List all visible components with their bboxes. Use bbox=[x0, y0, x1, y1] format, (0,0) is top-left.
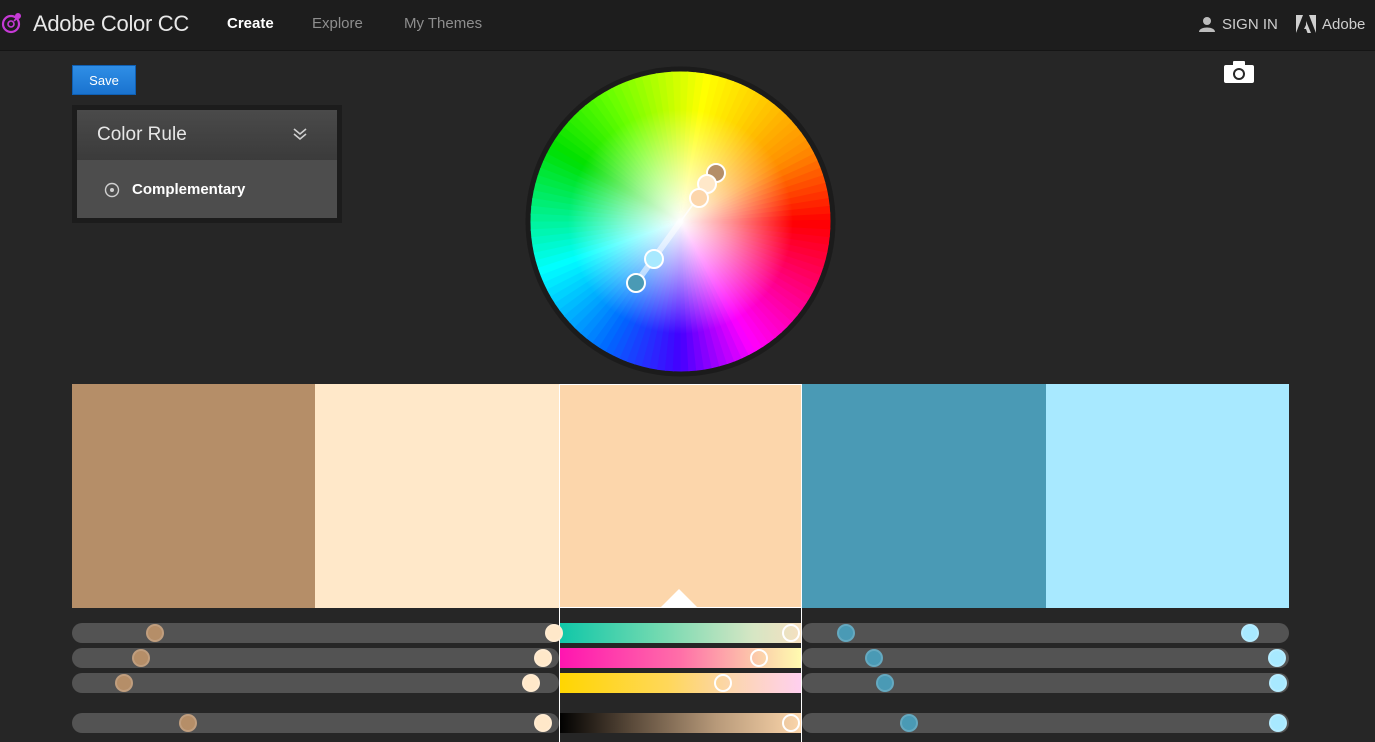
nav-my-themes[interactable]: My Themes bbox=[404, 15, 482, 32]
slider-track-right[interactable] bbox=[802, 713, 1289, 733]
color-wheel[interactable] bbox=[525, 66, 836, 377]
slider-knob[interactable] bbox=[864, 649, 883, 667]
slider-track-selected[interactable] bbox=[559, 623, 802, 643]
camera-icon[interactable] bbox=[1223, 60, 1255, 84]
slider-knob[interactable] bbox=[1268, 649, 1287, 667]
sign-in-button[interactable]: SIGN IN bbox=[1199, 13, 1278, 35]
color-rule-option-complementary[interactable]: Complementary bbox=[77, 160, 337, 218]
slider-knob[interactable] bbox=[1269, 714, 1288, 732]
slider-knob[interactable] bbox=[875, 674, 894, 692]
slider-knob[interactable] bbox=[900, 714, 919, 732]
selected-column-border-right bbox=[801, 384, 802, 742]
slider-knob[interactable] bbox=[131, 649, 150, 667]
slider-knob[interactable] bbox=[145, 624, 164, 642]
nav-explore[interactable]: Explore bbox=[312, 15, 363, 32]
swatch-5[interactable] bbox=[1046, 384, 1289, 608]
radio-icon bbox=[104, 182, 120, 198]
slider-knob[interactable] bbox=[544, 624, 563, 642]
save-button[interactable]: Save bbox=[72, 65, 136, 95]
adobe-link[interactable]: Adobe bbox=[1296, 13, 1365, 35]
slider-knob[interactable] bbox=[1240, 624, 1259, 642]
nav-create[interactable]: Create bbox=[227, 15, 274, 32]
wheel-marker[interactable] bbox=[644, 249, 664, 269]
user-icon bbox=[1199, 17, 1215, 32]
slider-track-right[interactable] bbox=[802, 623, 1289, 643]
slider-track-left[interactable] bbox=[72, 713, 559, 733]
swatch-1[interactable] bbox=[72, 384, 315, 608]
slider-knob[interactable] bbox=[714, 674, 733, 692]
color-rule-panel: Color Rule Complementary bbox=[72, 105, 342, 223]
adobe-logo-icon bbox=[1296, 15, 1316, 33]
slider-knob[interactable] bbox=[782, 624, 801, 642]
top-bar: Adobe Color CC Create Explore My Themes … bbox=[0, 0, 1375, 51]
color-rule-dropdown[interactable]: Color Rule bbox=[77, 110, 337, 160]
slider-track-left[interactable] bbox=[72, 673, 559, 693]
slider-track-selected[interactable] bbox=[559, 673, 802, 693]
swatch-3-selected[interactable] bbox=[559, 384, 802, 608]
slider-knob[interactable] bbox=[114, 674, 133, 692]
app-title[interactable]: Adobe Color CC bbox=[33, 11, 189, 37]
color-rule-title: Color Rule bbox=[97, 124, 187, 145]
selected-swatch-arrow-icon bbox=[661, 589, 697, 607]
swatch-4[interactable] bbox=[802, 384, 1046, 608]
wheel-marker[interactable] bbox=[626, 273, 646, 293]
wheel-marker[interactable] bbox=[689, 188, 709, 208]
swatch-2[interactable] bbox=[315, 384, 559, 608]
adobe-label: Adobe bbox=[1322, 15, 1366, 33]
slider-knob[interactable] bbox=[1269, 674, 1288, 692]
slider-knob[interactable] bbox=[178, 714, 197, 732]
sign-in-label: SIGN IN bbox=[1222, 15, 1278, 33]
double-chevron-down-icon bbox=[293, 128, 307, 141]
selected-column-border-left bbox=[559, 384, 560, 742]
slider-track-selected[interactable] bbox=[559, 713, 802, 733]
adobe-color-logo-icon[interactable] bbox=[0, 10, 26, 36]
color-rule-selected-label: Complementary bbox=[132, 181, 246, 198]
slider-knob[interactable] bbox=[782, 714, 801, 732]
